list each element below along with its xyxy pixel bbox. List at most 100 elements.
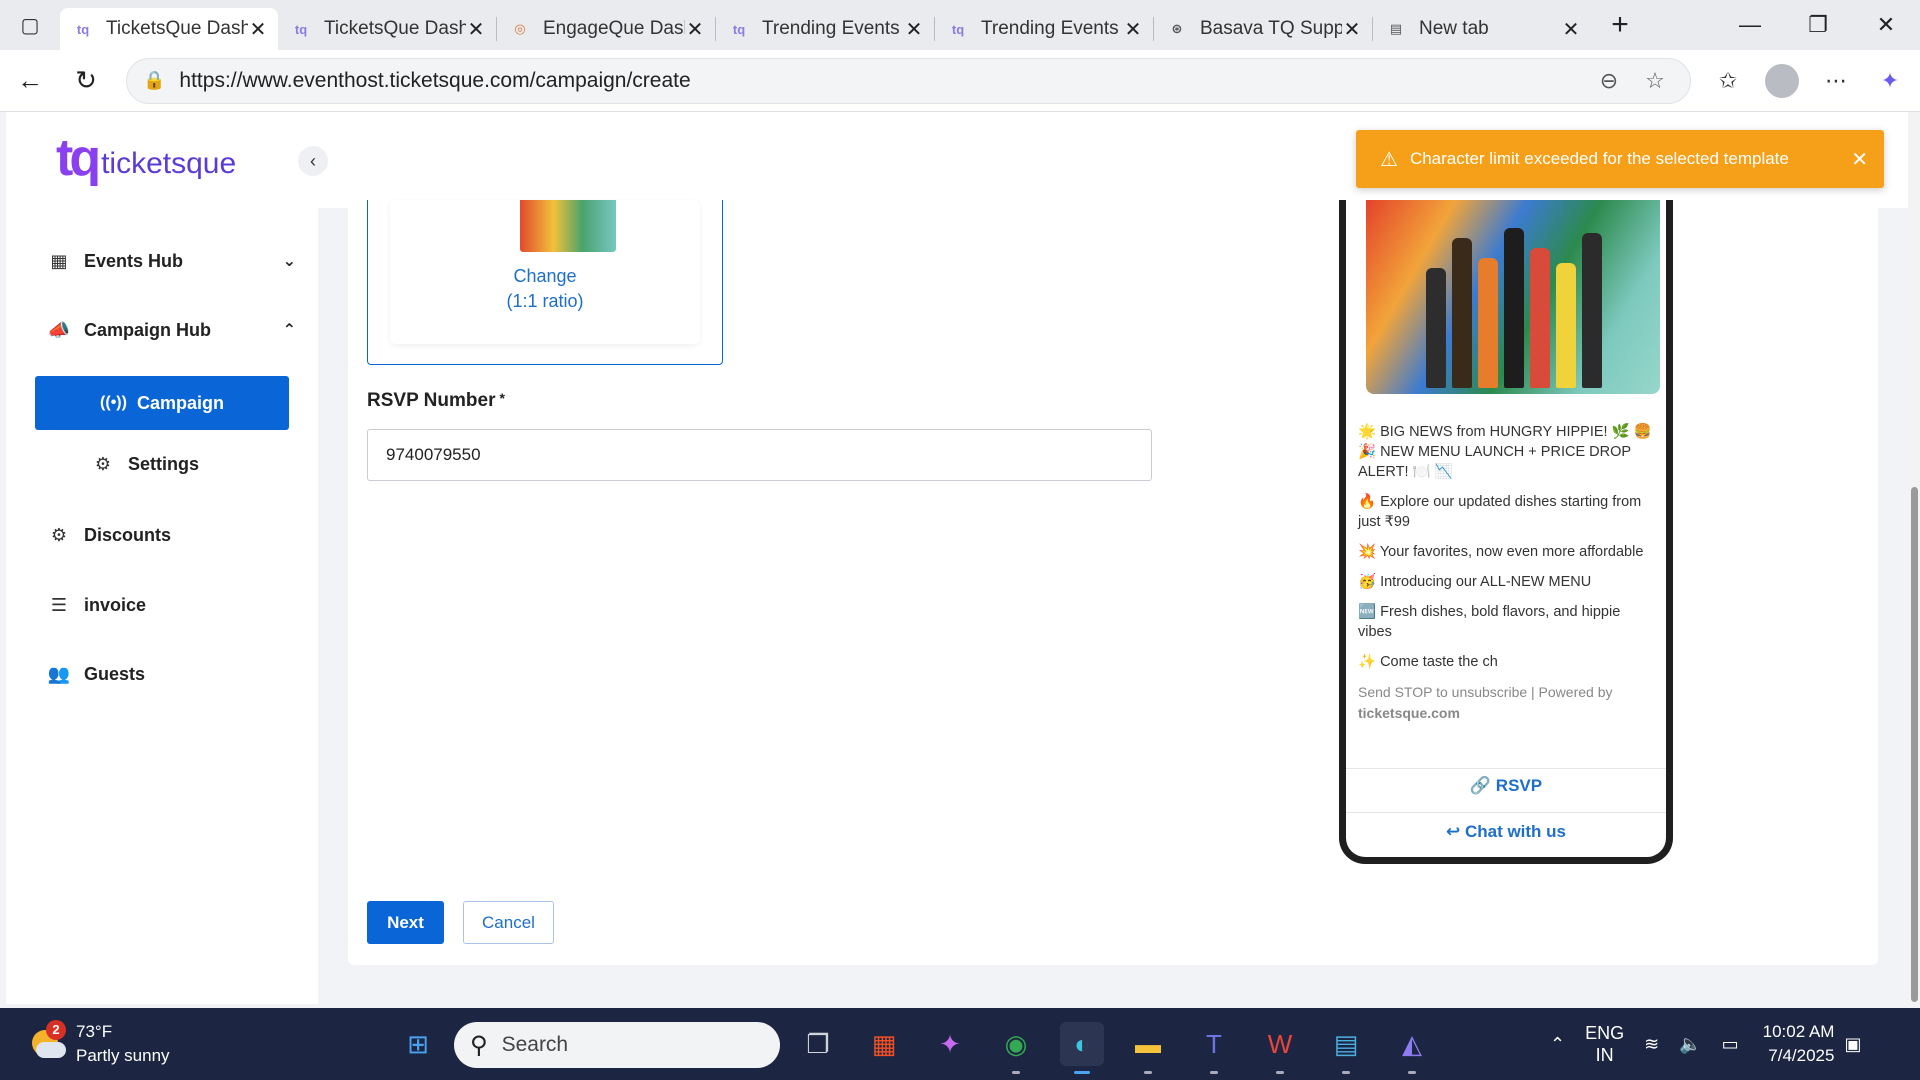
- tab-actions-icon[interactable]: ▢: [0, 0, 60, 50]
- discount-icon: ⚙: [50, 524, 68, 545]
- close-icon[interactable]: ✕: [904, 17, 924, 42]
- tab-title: TicketsQue Dashb: [324, 18, 466, 39]
- language-line: ENG: [1585, 1023, 1625, 1043]
- windows-start-icon[interactable]: ⊞: [396, 1022, 440, 1066]
- sidebar-item-campaign-hub[interactable]: 📣 Campaign Hub ⌃: [46, 310, 296, 350]
- sidebar-item-guests[interactable]: 👥 Guests: [46, 654, 296, 694]
- show-hidden-icons[interactable]: ⌃: [1550, 1033, 1565, 1055]
- url-text[interactable]: https://www.eventhost.ticketsque.com/cam…: [179, 69, 1586, 93]
- battery-icon[interactable]: ▭: [1722, 1033, 1739, 1055]
- task-view-icon[interactable]: ❐: [796, 1022, 840, 1066]
- new-tab-page-icon: ▤: [1389, 21, 1403, 36]
- page-scrollbar[interactable]: [1909, 112, 1920, 1004]
- cancel-button[interactable]: Cancel: [463, 901, 554, 944]
- sidebar-item-events-hub[interactable]: ▦ Events Hub ⌄: [46, 241, 296, 281]
- toast-message: Character limit exceeded for the selecte…: [1409, 149, 1789, 168]
- sidebar-item-settings[interactable]: ⚙ Settings: [90, 444, 270, 484]
- refresh-icon[interactable]: ↻: [60, 55, 112, 107]
- restore-icon[interactable]: ❐: [1784, 0, 1852, 50]
- engageque-favicon-icon: ◎: [514, 21, 526, 36]
- close-icon[interactable]: ✕: [685, 17, 705, 42]
- language-indicator[interactable]: ENG IN: [1585, 1022, 1624, 1066]
- partly-sunny-icon: 2: [28, 1020, 68, 1064]
- preview-rsvp-action: 🔗 RSVP: [1346, 776, 1666, 796]
- wps-office-icon[interactable]: W: [1258, 1022, 1302, 1074]
- collapse-sidebar-button[interactable]: ‹: [298, 146, 328, 176]
- favorites-icon[interactable]: ✩: [1701, 58, 1755, 104]
- clock[interactable]: 10:02 AM 7/4/2025: [1763, 1020, 1835, 1068]
- close-icon[interactable]: ✕: [1851, 147, 1868, 172]
- volume-icon[interactable]: 🔈: [1679, 1033, 1701, 1055]
- search-placeholder: Search: [501, 1033, 569, 1056]
- browser-tab[interactable]: ◎ EngageQue Dashb ✕: [497, 8, 715, 50]
- minimize-icon[interactable]: —: [1716, 0, 1784, 50]
- close-icon[interactable]: ✕: [1561, 17, 1581, 42]
- sidebar-item-invoice[interactable]: ☰ invoice: [46, 585, 296, 625]
- browser-tab[interactable]: tq Trending Events ✕: [935, 8, 1153, 50]
- close-icon[interactable]: ✕: [1123, 17, 1143, 42]
- browser-tab[interactable]: tq TicketsQue Dashb ✕: [60, 8, 278, 50]
- running-indicator: [1144, 1071, 1152, 1074]
- preview-image: [1366, 200, 1660, 394]
- more-menu-icon[interactable]: ⋯: [1809, 58, 1863, 104]
- address-toolbar: ← ↻ 🔒 https://www.eventhost.ticketsque.c…: [0, 50, 1920, 112]
- running-indicator: [1276, 1071, 1284, 1074]
- file-explorer-icon[interactable]: ▬: [1126, 1022, 1170, 1074]
- search-icon: ⚲: [470, 1031, 488, 1059]
- image-upload-card: Change (1:1 ratio): [390, 200, 700, 344]
- notifications-icon[interactable]: ▣: [1844, 1033, 1861, 1055]
- browser-tab-bar: ▢ tq TicketsQue Dashb ✕ tq TicketsQue Da…: [0, 0, 1920, 50]
- microsoft-store-icon[interactable]: ▦: [862, 1022, 906, 1066]
- lock-icon[interactable]: 🔒: [143, 70, 165, 91]
- preview-line: 🆕 Fresh dishes, bold flavors, and hippie…: [1358, 604, 1621, 640]
- photos-icon[interactable]: ◭: [1390, 1022, 1434, 1074]
- favorite-star-icon[interactable]: ☆: [1632, 68, 1678, 94]
- change-label[interactable]: Change: [390, 264, 700, 289]
- preview-footer: Send STOP to unsubscribe | Powered by ti…: [1358, 682, 1654, 724]
- taskbar-search[interactable]: ⚲ Search: [454, 1022, 780, 1068]
- image-upload-box[interactable]: Change (1:1 ratio): [367, 200, 723, 365]
- next-button[interactable]: Next: [367, 901, 444, 944]
- chrome-icon[interactable]: ◉: [994, 1022, 1038, 1074]
- ticketsque-logo[interactable]: tq ticketsque: [56, 132, 236, 184]
- url-bar[interactable]: 🔒 https://www.eventhost.ticketsque.com/c…: [126, 57, 1691, 104]
- rsvp-label-text: RSVP Number: [367, 390, 496, 411]
- preview-line: 🥳 Introducing our ALL-NEW MENU: [1358, 574, 1592, 590]
- reply-icon: ↩: [1445, 822, 1461, 841]
- copilot-icon[interactable]: ✦: [1863, 58, 1917, 104]
- clock-time: 10:02 AM: [1762, 1022, 1835, 1041]
- change-image-link[interactable]: Change (1:1 ratio): [390, 264, 700, 314]
- close-icon[interactable]: ✕: [466, 17, 486, 42]
- preview-footer-brand: ticketsque.com: [1358, 705, 1460, 721]
- teams-icon[interactable]: T: [1192, 1022, 1236, 1074]
- ticketsque-favicon-icon: tq: [76, 21, 90, 37]
- sidebar-item-campaign[interactable]: ((•)) Campaign: [35, 376, 289, 430]
- close-icon[interactable]: ✕: [1342, 17, 1362, 42]
- profile-avatar[interactable]: [1755, 58, 1809, 104]
- preview-line: 💥 Your favorites, now even more affordab…: [1358, 544, 1644, 560]
- wifi-icon[interactable]: ≋: [1644, 1033, 1659, 1055]
- browser-tab[interactable]: tq TicketsQue Dashb ✕: [278, 8, 496, 50]
- browser-tab[interactable]: tq Trending Events ✕: [716, 8, 934, 50]
- preview-divider: [1346, 812, 1666, 813]
- sidebar-item-label: Guests: [84, 663, 146, 684]
- new-tab-button[interactable]: +: [1595, 0, 1645, 50]
- link-icon: 🔗: [1469, 776, 1492, 795]
- preview-line: 🔥 Explore our updated dishes starting fr…: [1358, 494, 1642, 530]
- sidebar-item-discounts[interactable]: ⚙ Discounts: [46, 515, 296, 555]
- notepad-icon[interactable]: ▤: [1324, 1022, 1368, 1074]
- window-close-icon[interactable]: ✕: [1852, 0, 1920, 50]
- rsvp-number-field[interactable]: [367, 429, 1152, 481]
- rsvp-number-label: RSVP Number *: [367, 390, 505, 412]
- scrollbar-thumb[interactable]: [1911, 487, 1918, 1002]
- browser-tab[interactable]: ⊛ Basava TQ Suppo ✕: [1154, 8, 1372, 50]
- browser-tab[interactable]: ▤ New tab ✕: [1373, 8, 1591, 50]
- edge-icon[interactable]: ◐: [1060, 1022, 1104, 1074]
- rsvp-action-label: RSVP: [1495, 776, 1543, 795]
- zoom-out-icon[interactable]: ⊖: [1586, 68, 1632, 94]
- copilot-app-icon[interactable]: ✦: [928, 1022, 972, 1066]
- close-icon[interactable]: ✕: [248, 17, 268, 42]
- weather-widget[interactable]: 2 73°F Partly sunny: [28, 1020, 170, 1068]
- back-icon[interactable]: ←: [4, 55, 56, 107]
- cloud-shape: [36, 1042, 66, 1058]
